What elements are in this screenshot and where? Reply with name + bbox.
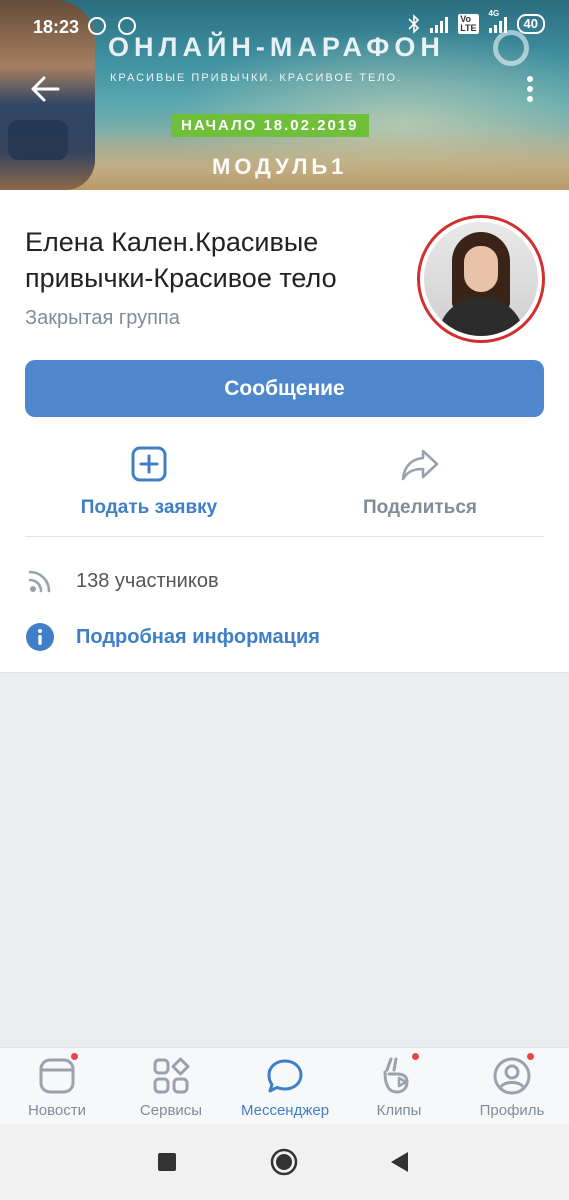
details-row[interactable]: Подробная информация [25, 621, 320, 653]
join-request-label: Подать заявку [80, 497, 218, 518]
tab-profile-badge [526, 1052, 535, 1061]
battery-icon: 40 [516, 14, 545, 34]
volte-icon: Vo LTE [458, 14, 479, 34]
tab-profile-label: Профиль [479, 1102, 545, 1119]
group-name-line2: привычки-Красивое тело [25, 263, 337, 293]
signal-4g: 4G [488, 9, 507, 33]
group-name: Елена Кален.Красивые привычки-Красивое т… [25, 224, 400, 296]
system-navigation-bar [0, 1124, 569, 1200]
bottom-tab-bar: Новости Сервисы Мессенджер Клипы Профиль [0, 1047, 569, 1124]
tab-clips-badge [411, 1052, 420, 1061]
signal-icon [430, 15, 449, 33]
tab-news-badge [70, 1052, 79, 1061]
join-request-button[interactable]: Подать заявку [49, 445, 249, 519]
tab-clips-label: Клипы [376, 1102, 422, 1119]
members-count: 138 участников [76, 569, 219, 592]
news-icon [37, 1052, 79, 1096]
group-name-line1: Елена Кален.Красивые [25, 227, 319, 257]
group-header-card: Елена Кален.Красивые привычки-Красивое т… [0, 190, 569, 673]
tab-clips[interactable]: Клипы [342, 1052, 456, 1119]
tab-services-label: Сервисы [139, 1102, 203, 1119]
status-right: Vo LTE 4G 40 [408, 9, 545, 34]
cover-subtitle: КРАСИВЫЕ ПРИВЫЧКИ. КРАСИВОЕ ТЕЛО. [110, 72, 403, 84]
avatar-photo [424, 222, 538, 336]
group-type: Закрытая группа [25, 307, 180, 329]
notification-icon [118, 17, 136, 35]
tab-news-label: Новости [27, 1102, 87, 1119]
share-label: Поделиться [362, 497, 478, 518]
details-link: Подробная информация [76, 625, 320, 648]
network-label: 4G [488, 9, 500, 18]
clips-icon [379, 1052, 420, 1096]
more-menu-icon[interactable] [520, 74, 540, 104]
members-row[interactable]: 138 участников [25, 565, 219, 597]
info-icon [26, 623, 54, 651]
message-button[interactable]: Сообщение [25, 360, 544, 417]
status-time: 18:23 [33, 17, 80, 37]
home-icon[interactable] [269, 1147, 299, 1177]
group-avatar[interactable] [417, 215, 545, 343]
bluetooth-icon [408, 14, 420, 34]
add-square-icon [131, 446, 167, 482]
tab-profile[interactable]: Профиль [455, 1052, 569, 1119]
tab-services[interactable]: Сервисы [114, 1056, 228, 1119]
profile-icon [492, 1052, 535, 1096]
tab-messenger[interactable]: Мессенджер [228, 1056, 342, 1119]
status-bar: 18:23 Vo LTE 4G 40 [0, 0, 569, 56]
tab-messenger-label: Мессенджер [240, 1102, 330, 1119]
share-arrow-icon [401, 449, 439, 481]
messenger-icon [265, 1056, 305, 1096]
cover-module: МОДУЛЬ1 [212, 154, 348, 179]
share-button[interactable]: Поделиться [320, 445, 520, 519]
recent-apps-icon[interactable] [152, 1147, 182, 1177]
back-arrow-icon[interactable] [28, 72, 62, 106]
tab-news[interactable]: Новости [0, 1052, 114, 1119]
services-icon [151, 1056, 191, 1096]
back-triangle-icon[interactable] [385, 1147, 415, 1177]
notification-icon [88, 17, 106, 35]
divider [25, 536, 544, 537]
rss-feed-icon [28, 570, 51, 593]
cover-start-badge: НАЧАЛО 18.02.2019 [171, 114, 369, 137]
